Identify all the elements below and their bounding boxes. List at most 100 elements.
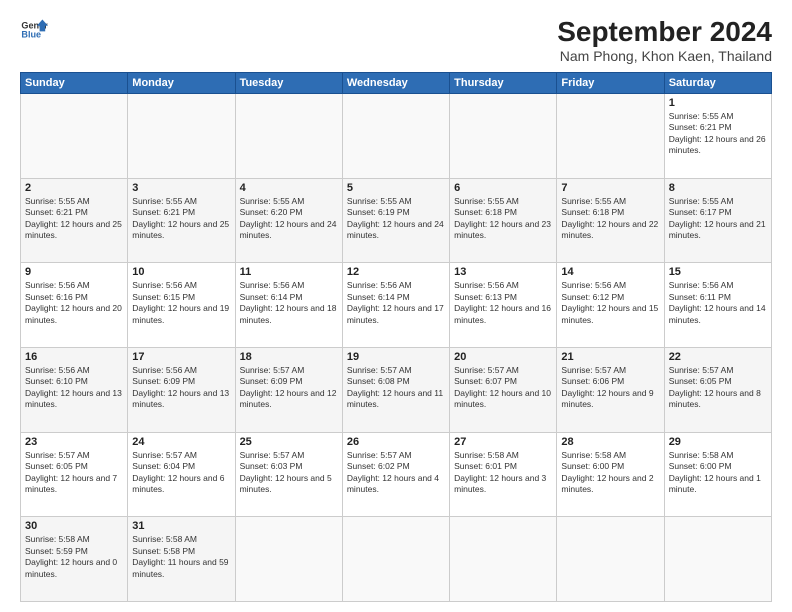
calendar-day-cell: 24 Sunrise: 5:57 AMSunset: 6:04 PMDayligh…: [128, 432, 235, 517]
day-number: 5: [347, 182, 445, 194]
logo-icon: General Blue: [20, 16, 48, 44]
calendar-day-cell: 26Sunrise: 5:57 AMSunset: 6:02 PMDayligh…: [342, 432, 449, 517]
calendar-week-row: 2 Sunrise: 5:55 AMSunset: 6:21 PMDaylight…: [21, 178, 772, 263]
day-details: Sunrise: 5:57 AMSunset: 6:07 PMDaylight:…: [454, 365, 552, 411]
day-number: 1: [669, 97, 767, 109]
day-of-week-header: Saturday: [664, 73, 771, 94]
calendar-day-cell: 18Sunrise: 5:57 AMSunset: 6:09 PMDayligh…: [235, 347, 342, 432]
calendar-week-row: 9 Sunrise: 5:56 AMSunset: 6:16 PMDaylight…: [21, 263, 772, 348]
calendar-day-cell: [21, 94, 128, 179]
day-number: 21: [561, 351, 659, 363]
day-number: 17: [132, 351, 230, 363]
calendar-day-cell: 16Sunrise: 5:56 AMSunset: 6:10 PMDayligh…: [21, 347, 128, 432]
day-number: 28: [561, 436, 659, 448]
header: General Blue September 2024 Nam Phong, K…: [20, 16, 772, 64]
day-number: 11: [240, 266, 338, 278]
calendar-day-cell: [557, 94, 664, 179]
calendar-day-cell: 19 Sunrise: 5:57 AMSunset: 6:08 PMDayligh…: [342, 347, 449, 432]
day-number: 26: [347, 436, 445, 448]
calendar-day-cell: 29Sunrise: 5:58 AMSunset: 6:00 PMDayligh…: [664, 432, 771, 517]
day-details: Sunrise: 5:57 AMSunset: 6:05 PMDaylight:…: [669, 365, 767, 411]
calendar-day-cell: 11 Sunrise: 5:56 AMSunset: 6:14 PMDayligh…: [235, 263, 342, 348]
day-details: Sunrise: 5:56 AMSunset: 6:13 PMDaylight:…: [454, 280, 552, 326]
day-details: Sunrise: 5:58 AMSunset: 5:58 PMDaylight:…: [132, 534, 230, 580]
day-details: Sunrise: 5:58 AMSunset: 6:00 PMDaylight:…: [669, 450, 767, 496]
day-number: 2: [25, 182, 123, 194]
calendar-day-cell: 27 Sunrise: 5:58 AMSunset: 6:01 PMDayligh…: [450, 432, 557, 517]
calendar-day-cell: 21Sunrise: 5:57 AMSunset: 6:06 PMDayligh…: [557, 347, 664, 432]
calendar-day-cell: 10 Sunrise: 5:56 AMSunset: 6:15 PMDayligh…: [128, 263, 235, 348]
day-number: 3: [132, 182, 230, 194]
svg-text:Blue: Blue: [21, 30, 41, 40]
calendar-day-cell: 15Sunrise: 5:56 AMSunset: 6:11 PMDayligh…: [664, 263, 771, 348]
day-of-week-header: Tuesday: [235, 73, 342, 94]
calendar-week-row: 1 Sunrise: 5:55 AMSunset: 6:21 PMDaylight…: [21, 94, 772, 179]
logo: General Blue: [20, 16, 48, 44]
calendar-day-cell: [235, 517, 342, 602]
day-details: Sunrise: 5:56 AMSunset: 6:15 PMDaylight:…: [132, 280, 230, 326]
day-number: 27: [454, 436, 552, 448]
day-number: 16: [25, 351, 123, 363]
day-details: Sunrise: 5:55 AMSunset: 6:19 PMDaylight:…: [347, 196, 445, 242]
day-number: 10: [132, 266, 230, 278]
day-number: 23: [25, 436, 123, 448]
calendar-day-cell: 5 Sunrise: 5:55 AMSunset: 6:19 PMDaylight…: [342, 178, 449, 263]
day-number: 31: [132, 520, 230, 532]
day-number: 22: [669, 351, 767, 363]
day-number: 7: [561, 182, 659, 194]
day-number: 20: [454, 351, 552, 363]
day-details: Sunrise: 5:57 AMSunset: 6:08 PMDaylight:…: [347, 365, 445, 411]
day-details: Sunrise: 5:57 AMSunset: 6:03 PMDaylight:…: [240, 450, 338, 496]
calendar-day-cell: [235, 94, 342, 179]
calendar-day-cell: 22 Sunrise: 5:57 AMSunset: 6:05 PMDayligh…: [664, 347, 771, 432]
calendar-day-cell: 7 Sunrise: 5:55 AMSunset: 6:18 PMDaylight…: [557, 178, 664, 263]
calendar-table: SundayMondayTuesdayWednesdayThursdayFrid…: [20, 72, 772, 602]
day-details: Sunrise: 5:56 AMSunset: 6:14 PMDaylight:…: [240, 280, 338, 326]
day-number: 9: [25, 266, 123, 278]
calendar-week-row: 23 Sunrise: 5:57 AMSunset: 6:05 PMDayligh…: [21, 432, 772, 517]
day-details: Sunrise: 5:55 AMSunset: 6:20 PMDaylight:…: [240, 196, 338, 242]
calendar-day-cell: 8 Sunrise: 5:55 AMSunset: 6:17 PMDaylight…: [664, 178, 771, 263]
calendar-day-cell: 17Sunrise: 5:56 AMSunset: 6:09 PMDayligh…: [128, 347, 235, 432]
day-details: Sunrise: 5:58 AMSunset: 6:01 PMDaylight:…: [454, 450, 552, 496]
day-details: Sunrise: 5:55 AMSunset: 6:21 PMDaylight:…: [669, 111, 767, 157]
calendar-day-cell: 1 Sunrise: 5:55 AMSunset: 6:21 PMDaylight…: [664, 94, 771, 179]
calendar-day-cell: 12 Sunrise: 5:56 AMSunset: 6:14 PMDayligh…: [342, 263, 449, 348]
day-number: 8: [669, 182, 767, 194]
page: General Blue September 2024 Nam Phong, K…: [0, 0, 792, 612]
calendar-day-cell: [450, 517, 557, 602]
calendar-day-cell: 13Sunrise: 5:56 AMSunset: 6:13 PMDayligh…: [450, 263, 557, 348]
day-number: 14: [561, 266, 659, 278]
calendar-day-cell: 2Sunrise: 5:55 AMSunset: 6:21 PMDaylight…: [21, 178, 128, 263]
calendar-day-cell: [342, 517, 449, 602]
day-details: Sunrise: 5:55 AMSunset: 6:21 PMDaylight:…: [132, 196, 230, 242]
day-of-week-header: Friday: [557, 73, 664, 94]
day-number: 12: [347, 266, 445, 278]
day-details: Sunrise: 5:56 AMSunset: 6:14 PMDaylight:…: [347, 280, 445, 326]
day-details: Sunrise: 5:58 AMSunset: 6:00 PMDaylight:…: [561, 450, 659, 496]
calendar-day-cell: 30Sunrise: 5:58 AMSunset: 5:59 PMDayligh…: [21, 517, 128, 602]
calendar-day-cell: [450, 94, 557, 179]
day-number: 6: [454, 182, 552, 194]
day-of-week-header: Sunday: [21, 73, 128, 94]
day-number: 19: [347, 351, 445, 363]
calendar-day-cell: 28 Sunrise: 5:58 AMSunset: 6:00 PMDayligh…: [557, 432, 664, 517]
day-details: Sunrise: 5:56 AMSunset: 6:16 PMDaylight:…: [25, 280, 123, 326]
day-number: 18: [240, 351, 338, 363]
day-details: Sunrise: 5:57 AMSunset: 6:05 PMDaylight:…: [25, 450, 123, 496]
calendar-day-cell: 4Sunrise: 5:55 AMSunset: 6:20 PMDaylight…: [235, 178, 342, 263]
calendar-day-cell: 25 Sunrise: 5:57 AMSunset: 6:03 PMDayligh…: [235, 432, 342, 517]
calendar-day-cell: [342, 94, 449, 179]
day-number: 25: [240, 436, 338, 448]
day-details: Sunrise: 5:55 AMSunset: 6:17 PMDaylight:…: [669, 196, 767, 242]
day-number: 24: [132, 436, 230, 448]
day-of-week-header: Thursday: [450, 73, 557, 94]
day-details: Sunrise: 5:57 AMSunset: 6:04 PMDaylight:…: [132, 450, 230, 496]
calendar-day-cell: 23 Sunrise: 5:57 AMSunset: 6:05 PMDayligh…: [21, 432, 128, 517]
calendar-day-cell: 3 Sunrise: 5:55 AMSunset: 6:21 PMDaylight…: [128, 178, 235, 263]
day-details: Sunrise: 5:55 AMSunset: 6:18 PMDaylight:…: [561, 196, 659, 242]
day-details: Sunrise: 5:58 AMSunset: 5:59 PMDaylight:…: [25, 534, 123, 580]
calendar-day-cell: [664, 517, 771, 602]
day-details: Sunrise: 5:55 AMSunset: 6:18 PMDaylight:…: [454, 196, 552, 242]
calendar-day-cell: 9 Sunrise: 5:56 AMSunset: 6:16 PMDaylight…: [21, 263, 128, 348]
